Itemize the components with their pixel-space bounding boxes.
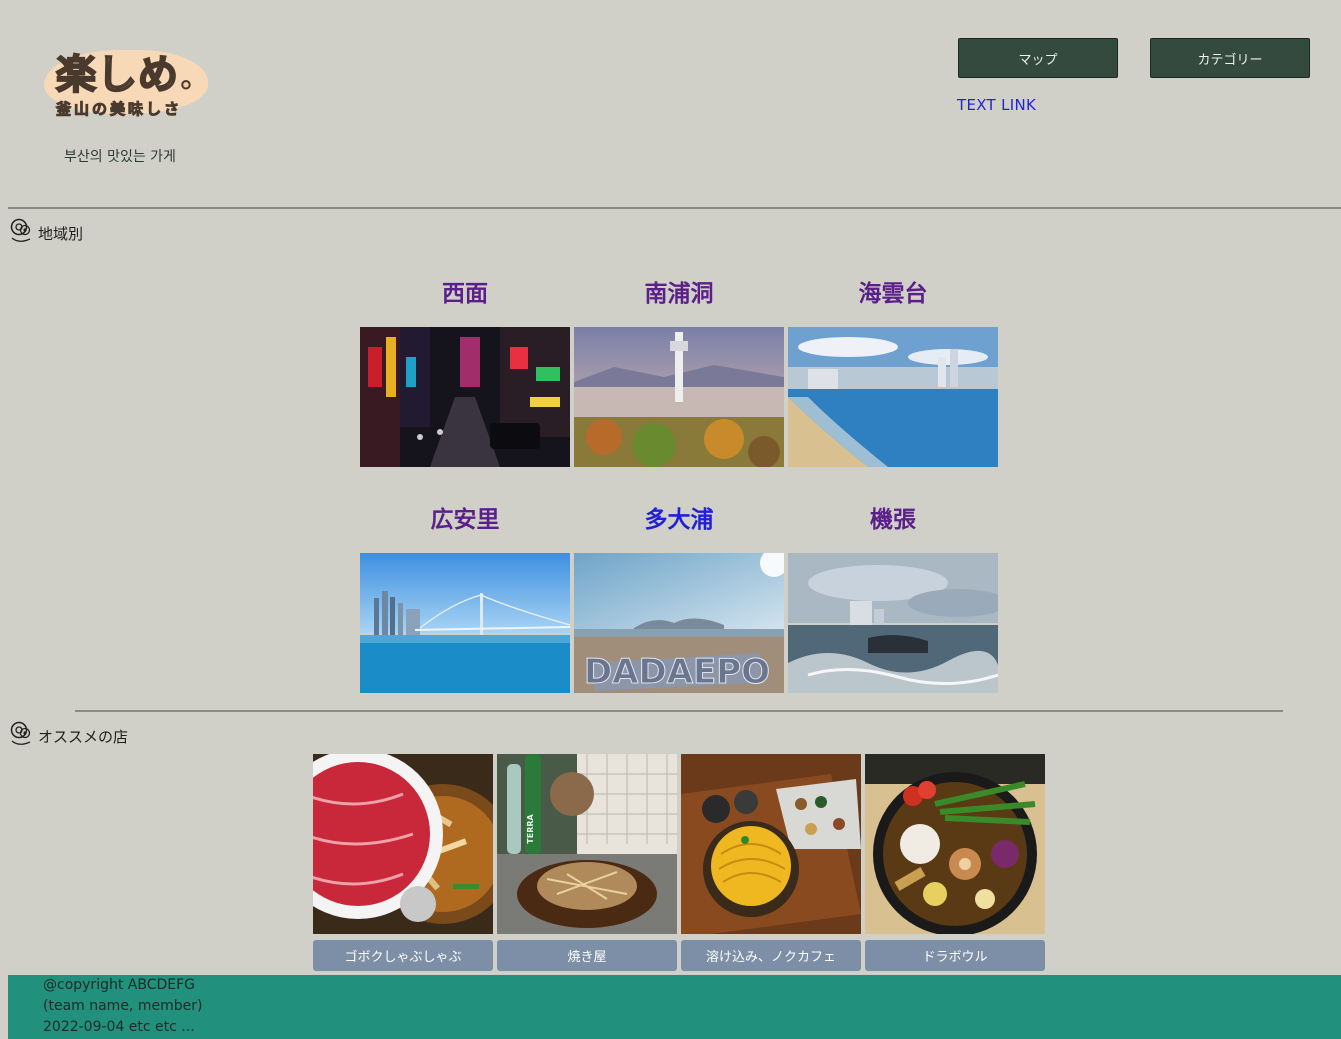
footer-copyright: @copyright ABCDEFG	[43, 977, 196, 993]
header-divider	[8, 207, 1341, 209]
footer: @copyright ABCDEFG (team name, member) 2…	[8, 975, 1341, 1039]
shop-image-gobok-shabu[interactable]	[313, 754, 493, 934]
logo-title: 楽しめ.	[55, 50, 194, 99]
shop-image-yakiya[interactable]: TERRA	[497, 754, 677, 934]
region-image-nampodong[interactable]	[574, 327, 784, 467]
region-label-nampodong[interactable]: 南浦洞	[574, 274, 784, 308]
shops-heading-text: オススメの店	[38, 728, 129, 746]
map-button[interactable]: マップ	[958, 38, 1118, 78]
category-button[interactable]: カテゴリー	[1150, 38, 1310, 78]
logo-subtitle: 釜山の美味しさ	[55, 100, 183, 119]
site-logo[interactable]: 楽しめ. 釜山の美味しさ	[40, 40, 215, 130]
region-image-seomyeon[interactable]	[360, 327, 570, 467]
region-image-gijang[interactable]	[788, 553, 998, 693]
region-label-dadaepo[interactable]: 多大浦	[574, 500, 784, 534]
region-label-gijang[interactable]: 機張	[788, 500, 998, 534]
region-label-seomyeon[interactable]: 西面	[360, 274, 570, 308]
regions-heading-text: 地域別	[38, 225, 84, 243]
footer-date: 2022-09-04 etc etc ...	[43, 1019, 195, 1035]
shop-image-dora-bowl[interactable]	[865, 754, 1045, 934]
shop-image-nok-cafe[interactable]	[681, 754, 861, 934]
shop-button-gobok-shabu[interactable]: ゴボクしゃぶしゃぶ	[313, 940, 493, 971]
footer-team: (team name, member)	[43, 998, 203, 1014]
region-label-haeundae[interactable]: 海雲台	[788, 274, 998, 308]
region-label-gwangalli[interactable]: 広安里	[360, 500, 570, 534]
shop-button-yakiya[interactable]: 焼き屋	[497, 940, 677, 971]
dadaepo-sign: DADAEPO	[584, 652, 770, 692]
site-subtitle: 부산의 맛있는 가게	[64, 149, 176, 165]
text-link[interactable]: TEXT LINK	[957, 96, 1036, 114]
shop-button-nok-cafe[interactable]: 溶け込み、ノクカフェ	[681, 940, 861, 971]
shops-heading: オススメの店	[8, 721, 128, 747]
map-pin-icon	[10, 721, 31, 745]
shop-button-dora-bowl[interactable]: ドラボウル	[865, 940, 1045, 971]
region-image-dadaepo[interactable]: DADAEPO	[574, 553, 784, 693]
region-image-haeundae[interactable]	[788, 327, 998, 467]
section-divider	[75, 710, 1283, 712]
regions-heading: 地域別	[8, 218, 83, 244]
beer-label: TERRA	[526, 813, 535, 843]
region-image-gwangalli[interactable]	[360, 553, 570, 693]
map-pin-icon	[10, 218, 31, 242]
